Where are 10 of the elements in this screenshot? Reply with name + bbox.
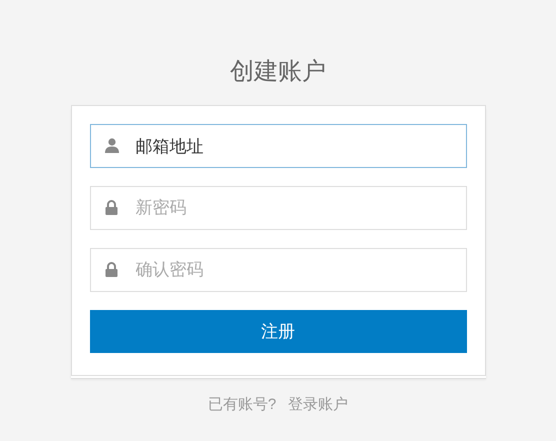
register-button[interactable]: 注册 (90, 310, 466, 353)
account-prompt: 已有账号? (208, 396, 276, 413)
page-title: 创建账户 (229, 57, 327, 87)
lock-icon (104, 200, 118, 215)
login-link[interactable]: 登录账户 (288, 396, 348, 413)
user-icon (104, 138, 118, 153)
input-field[interactable]: 确认密码 (90, 248, 466, 292)
input-field[interactable]: 邮箱地址 (90, 124, 466, 168)
input-field[interactable]: 新密码 (90, 186, 466, 230)
lock-icon (104, 262, 118, 277)
